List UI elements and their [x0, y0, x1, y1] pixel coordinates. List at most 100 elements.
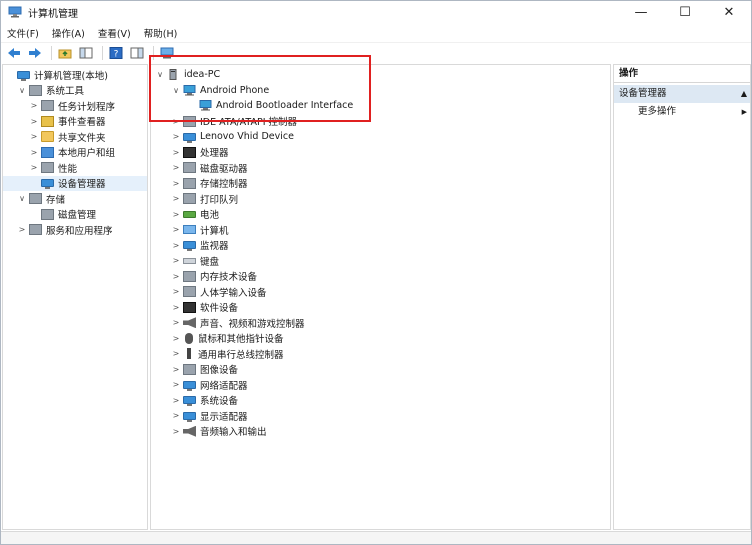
chevron-right-icon[interactable]: > [171, 117, 181, 126]
chevron-right-icon[interactable]: > [171, 380, 181, 389]
device-category[interactable]: > 电池 [151, 207, 610, 223]
sidebar-item[interactable]: > 性能 [3, 160, 147, 176]
sidebar-item[interactable]: > 事件查看器 [3, 114, 147, 130]
device-category[interactable]: > 打印队列 [151, 191, 610, 207]
device-category[interactable]: > 人体学输入设备 [151, 284, 610, 300]
sidebar-item[interactable]: > 服务和应用程序 [3, 222, 147, 238]
chevron-right-icon[interactable]: > [171, 194, 181, 203]
sidebar-item[interactable]: 计算机管理(本地) [3, 67, 147, 83]
more-actions-item[interactable]: 更多操作 ▶ [614, 103, 750, 121]
chevron-right-icon[interactable]: > [171, 396, 181, 405]
device-monitor-button[interactable] [158, 45, 176, 61]
chevron-right-icon[interactable]: > [171, 272, 181, 281]
chevron-right-icon[interactable]: > [29, 101, 39, 110]
chevron-right-icon[interactable]: > [171, 179, 181, 188]
users-icon [41, 146, 54, 158]
chevron-right-icon[interactable]: > [171, 427, 181, 436]
minimize-icon: — [634, 4, 648, 20]
chevron-right-icon[interactable]: > [171, 210, 181, 219]
device-category[interactable]: > 存储控制器 [151, 176, 610, 192]
sidebar-item[interactable]: > 共享文件夹 [3, 129, 147, 145]
android-bootloader-icon [199, 100, 212, 111]
device-category[interactable]: > 处理器 [151, 145, 610, 161]
chevron-right-icon[interactable]: > [29, 163, 39, 172]
up-level-button[interactable] [56, 45, 74, 61]
monitor-icon [160, 47, 174, 58]
chevron-right-icon[interactable]: > [29, 132, 39, 141]
chevron-right-icon[interactable]: > [171, 349, 181, 358]
menu-file[interactable]: 文件(F) [7, 26, 39, 40]
chevron-right-icon[interactable]: > [171, 318, 181, 327]
chevron-down-icon[interactable]: ∨ [17, 86, 27, 95]
chevron-right-icon[interactable]: > [171, 303, 181, 312]
battery-icon [183, 210, 196, 218]
menu-view[interactable]: 查看(V) [98, 26, 131, 40]
device-category[interactable]: > 显示适配器 [151, 408, 610, 424]
tree-node-android-bootloader[interactable]: Android Bootloader Interface [151, 98, 610, 114]
chevron-right-icon[interactable]: > [171, 132, 181, 141]
chevron-right-icon[interactable]: > [171, 225, 181, 234]
device-category[interactable]: > 软件设备 [151, 300, 610, 316]
device-category-label: 人体学输入设备 [200, 287, 267, 299]
device-category[interactable]: > 键盘 [151, 253, 610, 269]
device-category[interactable]: > 网络适配器 [151, 377, 610, 393]
device-category[interactable]: > 内存技术设备 [151, 269, 610, 285]
show-hide-action-pane-button[interactable] [128, 45, 146, 61]
device-category[interactable]: > 音频输入和输出 [151, 424, 610, 440]
back-button[interactable] [5, 45, 23, 61]
sidebar-item-label: 服务和应用程序 [46, 225, 113, 237]
sidebar-item[interactable]: 磁盘管理 [3, 207, 147, 223]
maximize-button[interactable]: ☐ [663, 1, 707, 23]
maximize-icon: ☐ [679, 4, 691, 20]
chevron-right-icon[interactable]: > [171, 411, 181, 420]
collapse-up-icon[interactable]: ▲ [741, 85, 747, 103]
task-scheduler-icon [41, 100, 54, 112]
tree-node-root[interactable]: ∨ idea-PC [151, 67, 610, 83]
chevron-down-icon[interactable]: ∨ [171, 86, 181, 95]
device-category[interactable]: > 通用串行总线控制器 [151, 346, 610, 362]
chevron-right-icon[interactable]: > [171, 241, 181, 250]
chevron-down-icon[interactable]: ∨ [17, 194, 27, 203]
sidebar-item-label: 本地用户和组 [58, 148, 116, 160]
menu-help[interactable]: 帮助(H) [144, 26, 178, 40]
forward-button[interactable] [26, 45, 44, 61]
device-category-label: 监视器 [200, 241, 229, 253]
device-category[interactable]: > 计算机 [151, 222, 610, 238]
chevron-down-icon[interactable]: ∨ [155, 70, 165, 79]
print-queue-icon [183, 193, 196, 205]
device-category[interactable]: > Lenovo Vhid Device [151, 129, 610, 145]
chevron-right-icon[interactable]: > [171, 365, 181, 374]
minimize-button[interactable]: — [619, 1, 663, 23]
tree-node-android-phone[interactable]: ∨ Android Phone [151, 83, 610, 99]
device-category[interactable]: > 鼠标和其他指针设备 [151, 331, 610, 347]
sidebar-item[interactable]: ∨ 系统工具 [3, 83, 147, 99]
folder-up-icon [58, 49, 72, 58]
chevron-right-icon[interactable]: > [171, 334, 181, 343]
chevron-right-icon[interactable]: > [17, 225, 27, 234]
actions-header: 操作 [614, 65, 750, 83]
show-hide-tree-button[interactable] [77, 45, 95, 61]
sidebar-item[interactable]: 设备管理器 [3, 175, 147, 191]
device-category[interactable]: > 磁盘驱动器 [151, 160, 610, 176]
device-category[interactable]: > 监视器 [151, 238, 610, 254]
menu-action[interactable]: 操作(A) [52, 26, 85, 40]
keyboard-icon [183, 257, 196, 264]
sidebar-item[interactable]: > 本地用户和组 [3, 145, 147, 161]
sidebar-item[interactable]: > 任务计划程序 [3, 98, 147, 114]
device-category[interactable]: > 声音、视频和游戏控制器 [151, 315, 610, 331]
sidebar-item[interactable]: ∨ 存储 [3, 191, 147, 207]
device-category[interactable]: > 系统设备 [151, 393, 610, 409]
toolbar-separator [102, 45, 103, 60]
status-bar [1, 531, 751, 544]
help-button[interactable]: ? [107, 45, 125, 61]
close-button[interactable]: ✕ [707, 1, 751, 23]
device-category[interactable]: > IDE ATA/ATAPI 控制器 [151, 114, 610, 130]
chevron-right-icon[interactable]: > [171, 163, 181, 172]
device-category[interactable]: > 图像设备 [151, 362, 610, 378]
chevron-right-icon[interactable]: > [29, 148, 39, 157]
chevron-right-icon[interactable]: > [29, 117, 39, 126]
chevron-right-icon[interactable]: > [171, 287, 181, 296]
chevron-right-icon[interactable]: > [171, 148, 181, 157]
chevron-right-icon[interactable]: > [171, 256, 181, 265]
actions-device-manager[interactable]: 设备管理器 ▲ [614, 85, 750, 103]
